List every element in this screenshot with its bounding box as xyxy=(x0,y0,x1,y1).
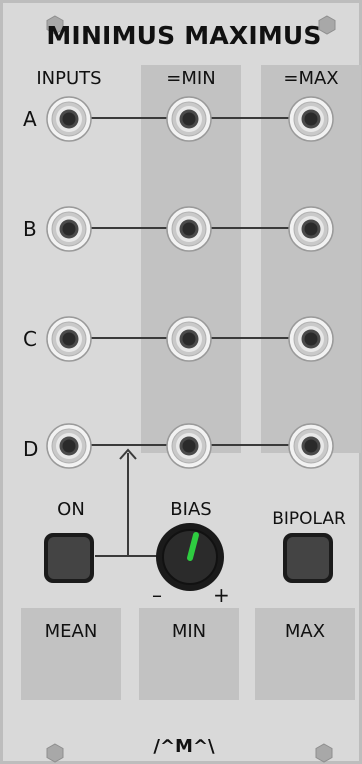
input-jack-b[interactable] xyxy=(44,204,94,254)
mean-output-label: MEAN xyxy=(44,621,98,642)
bias-wire-vertical xyxy=(127,453,129,557)
module-panel: MINIMUS MAXIMUS INPUTS =MIN =MAX A B C D… xyxy=(0,0,362,764)
bias-label: BIAS xyxy=(170,499,212,520)
inputs-column-label: INPUTS xyxy=(36,68,102,89)
input-jack-d[interactable] xyxy=(44,421,94,471)
bipolar-button-cap xyxy=(287,537,329,579)
bias-minus-label: – xyxy=(152,583,162,607)
row-label-a: A xyxy=(23,107,37,131)
min-output-label: MIN xyxy=(171,621,207,642)
module-title: MINIMUS MAXIMUS xyxy=(46,21,322,50)
min-column-label: =MIN xyxy=(166,68,216,89)
min-jack-b[interactable] xyxy=(164,204,214,254)
max-jack-d[interactable] xyxy=(286,421,336,471)
input-jack-c[interactable] xyxy=(44,314,94,364)
row-label-d: D xyxy=(23,437,39,461)
bipolar-button[interactable] xyxy=(283,533,333,583)
on-button[interactable] xyxy=(44,533,94,583)
min-jack-d[interactable] xyxy=(164,421,214,471)
max-jack-c[interactable] xyxy=(286,314,336,364)
min-jack-c[interactable] xyxy=(164,314,214,364)
on-label: ON xyxy=(57,499,85,520)
max-column-label: =MAX xyxy=(283,68,339,89)
bipolar-label: BIPOLAR xyxy=(272,509,346,529)
min-jack-a[interactable] xyxy=(164,94,214,144)
row-label-c: C xyxy=(23,327,37,351)
max-jack-a[interactable] xyxy=(286,94,336,144)
on-button-cap xyxy=(48,537,90,579)
max-jack-b[interactable] xyxy=(286,204,336,254)
bias-plus-label: + xyxy=(213,583,230,607)
arrow-up-icon xyxy=(119,448,137,460)
max-output-label: MAX xyxy=(284,621,326,642)
input-jack-a[interactable] xyxy=(44,94,94,144)
bias-wire-from-on xyxy=(95,555,129,557)
row-label-b: B xyxy=(23,217,37,241)
brand-logo: /^M^\ xyxy=(153,736,215,757)
